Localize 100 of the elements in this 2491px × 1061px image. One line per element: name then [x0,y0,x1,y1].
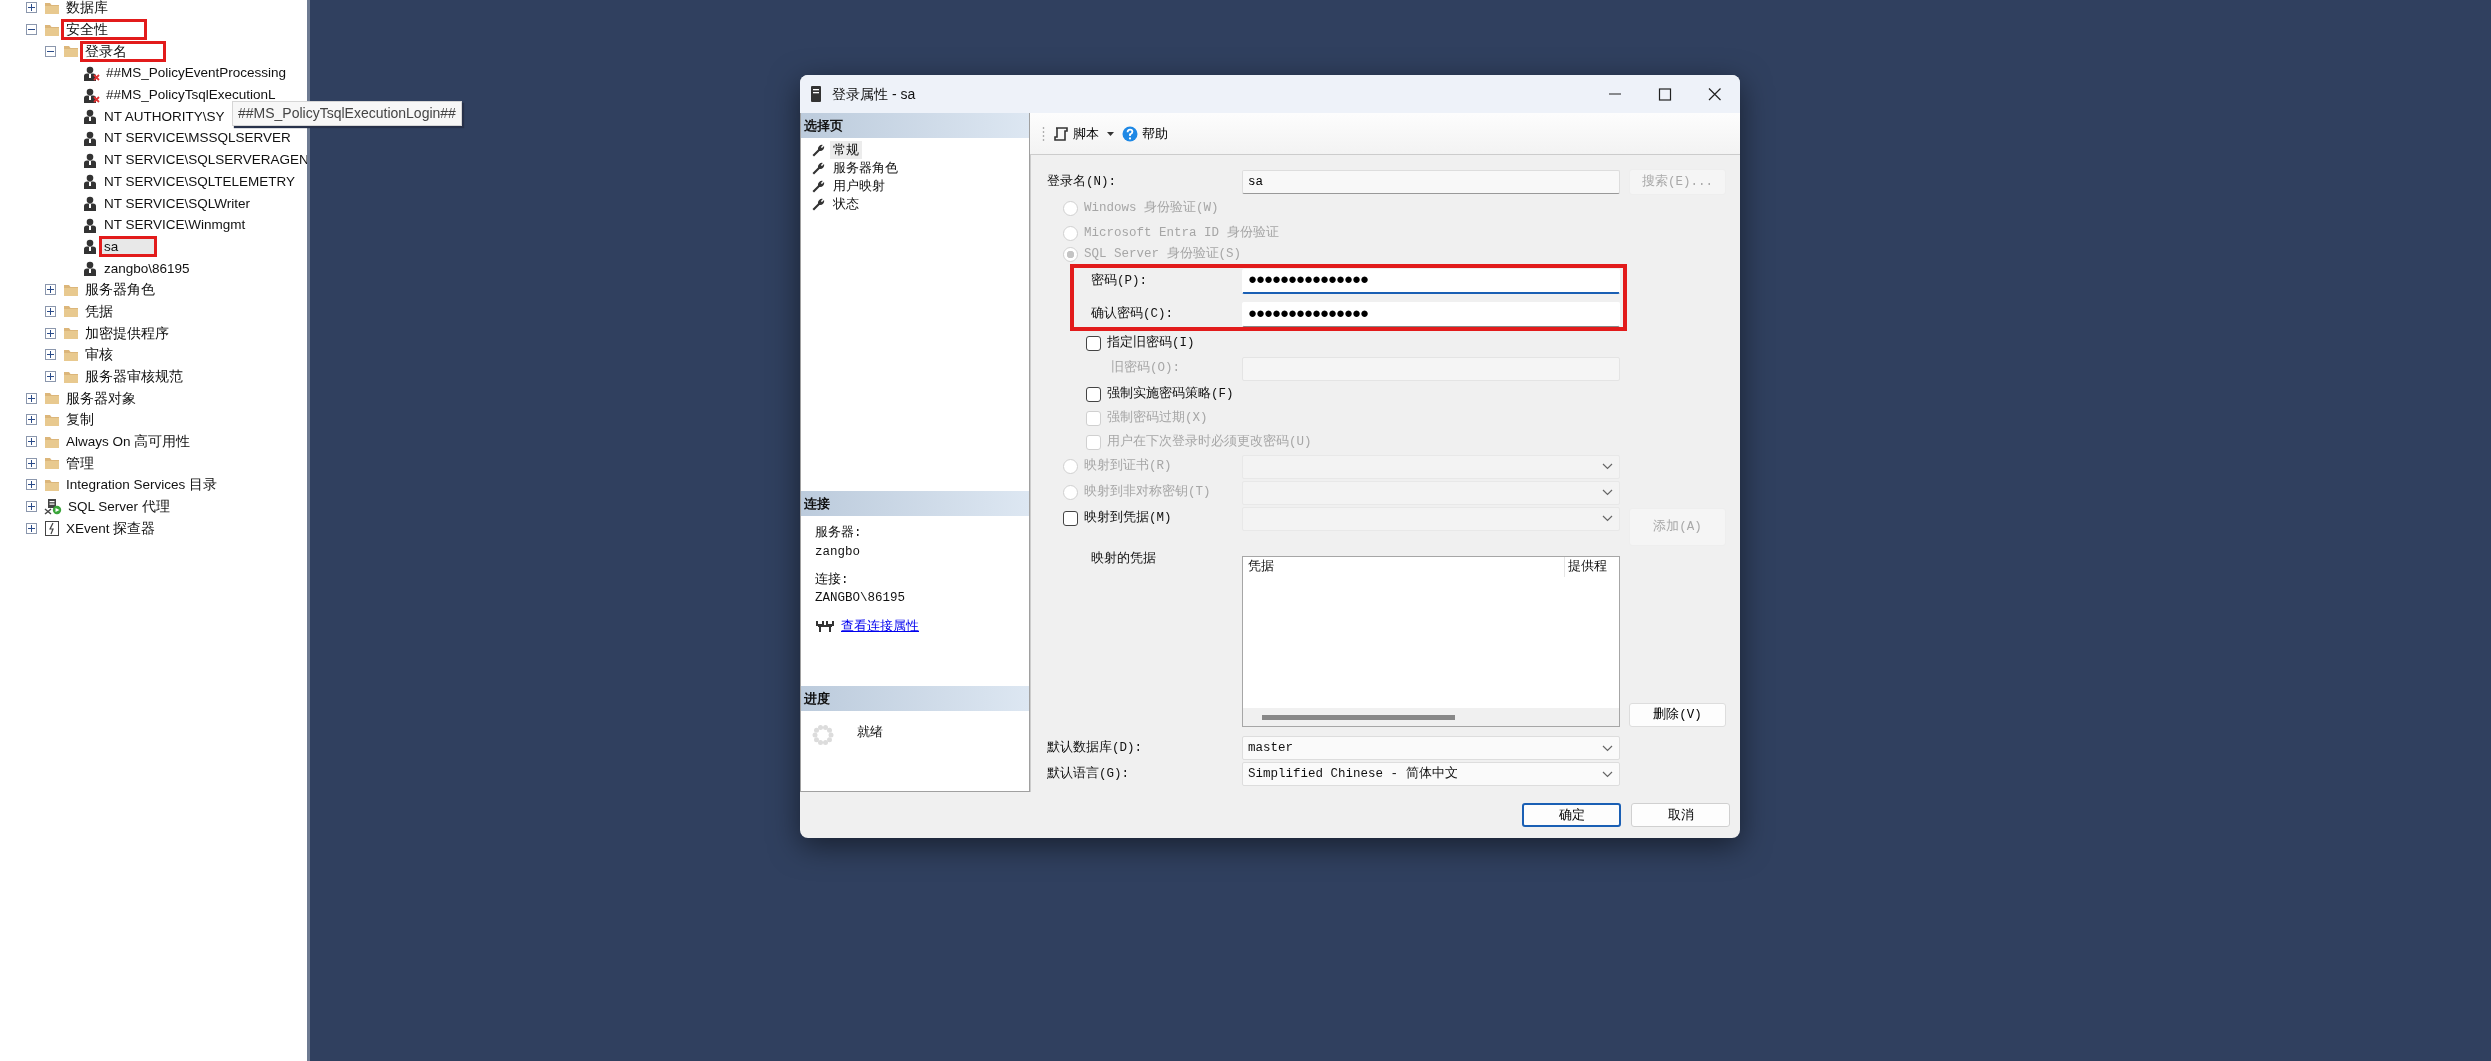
tree-item[interactable]: ##MS_PolicyTsqlExecutionL [104,87,278,103]
column-header[interactable]: 凭据 [1243,557,1565,577]
checkbox-option[interactable]: 强制实施密码策略(F) [1086,385,1234,404]
connection-label: 连接: [815,571,850,589]
tree-item[interactable]: 登录名 [83,43,163,59]
connection-name: ZANGBO\86195 [815,590,906,608]
page-item[interactable]: 用户映射 [830,176,888,196]
page-item[interactable]: 服务器角色 [830,158,901,178]
expander-icon[interactable] [45,284,56,296]
scrollbar[interactable] [1243,708,1619,726]
expander-icon[interactable] [26,436,37,448]
expander-icon[interactable] [26,392,37,404]
tree-item[interactable]: 凭据 [83,303,115,319]
page-item[interactable]: 常规 [830,140,862,160]
folder-icon [44,477,60,492]
list-box[interactable]: 凭据 提供程 [1242,556,1620,727]
tree-item[interactable]: Always On 高可用性 [64,434,193,450]
status-text: 就绪 [857,723,883,741]
tree-item[interactable]: 安全性 [64,22,144,38]
tree-item[interactable]: NT SERVICE\SQLTELEMETRY [102,173,298,189]
toolbar-button[interactable]: 脚本 [1051,121,1101,146]
tree-item[interactable]: SQL Server 代理 [66,499,172,515]
event-icon [44,519,60,537]
maximize-icon[interactable] [1657,87,1673,101]
caret-icon[interactable] [1107,131,1114,136]
expander-icon[interactable] [26,479,37,491]
field-label: 旧密码(O): [1110,359,1181,378]
field-label: 密码(P): [1090,272,1148,290]
expander-icon[interactable] [26,522,37,534]
tree-item[interactable]: 加密提供程序 [83,325,171,341]
grip-icon [1042,125,1045,142]
dropdown[interactable]: Simplified Chinese - 简体中文 [1242,762,1620,786]
folder-icon [44,434,60,449]
close-icon[interactable] [1707,87,1723,101]
tree-item[interactable]: NT SERVICE\Winmgmt [102,217,248,233]
tree-item[interactable]: XEvent 探查器 [64,520,158,536]
server-label: 服务器: [815,524,863,542]
expander-icon[interactable] [26,457,37,469]
tree-item[interactable]: NT SERVICE\SQLWriter [102,195,253,211]
expander-icon[interactable] [45,327,56,339]
folder-icon [63,282,79,297]
section-header: 进度 [801,686,1029,711]
input-field[interactable]: sa [1242,170,1620,194]
tree-item[interactable]: 数据库 [64,0,110,16]
field-label: 登录名(N): [1046,173,1117,191]
dialog-button[interactable]: 取消 [1631,803,1730,827]
checkbox-option[interactable]: 映射到凭据(M) [1063,509,1172,528]
checkbox-option[interactable]: 指定旧密码(I) [1086,333,1195,353]
tree-item[interactable]: zangbo\86195 [102,260,192,276]
expander-icon[interactable] [45,349,56,361]
tree-item[interactable]: 复制 [64,412,96,428]
tree-item[interactable]: NT AUTHORITY\SY [102,108,227,124]
tree-item[interactable]: NT SERVICE\MSSQLSERVER [102,130,293,146]
tree-item[interactable]: NT SERVICE\SQLSERVERAGEN [102,152,307,168]
toolbar-button[interactable]: 帮助 [1120,121,1170,146]
delete-button[interactable]: 删除(V) [1629,703,1726,727]
dropdown[interactable]: master [1242,736,1620,760]
tree-item[interactable]: ##MS_PolicyEventProcessing [104,65,289,81]
connection-link[interactable]: 查看连接属性 [841,617,919,636]
folder-icon [44,0,60,15]
tree-item[interactable]: 服务器对象 [64,390,138,406]
tree-item[interactable]: 服务器审核规范 [83,369,185,385]
expander-icon[interactable] [26,501,37,513]
user-icon [82,216,98,233]
window-title: 登录属性 - sa [832,84,917,104]
user-icon [82,86,100,103]
expander-icon[interactable] [45,371,56,383]
expander-icon[interactable] [26,2,37,14]
folder-icon [63,347,79,362]
user-icon [82,238,98,255]
tree-item[interactable]: sa [102,238,155,254]
folder-icon [44,391,60,406]
user-icon [82,64,100,81]
page-item[interactable]: 状态 [830,194,862,214]
expander-icon[interactable] [45,45,56,57]
expander-icon[interactable] [26,24,37,36]
script-icon [1053,125,1069,142]
dialog-button[interactable]: 确定 [1522,803,1621,827]
help-icon [1122,125,1138,142]
wrench-icon [811,179,825,193]
caret-icon [1602,744,1613,752]
user-icon [82,260,98,277]
column-header[interactable]: 提供程 [1565,557,1619,577]
tree-item[interactable]: Integration Services 目录 [64,477,220,493]
tree-item[interactable]: 管理 [64,455,96,471]
tree-item[interactable]: 审核 [83,347,115,363]
folder-icon [63,44,79,59]
password-field[interactable]: ●●●●●●●●●●●●●●● [1242,268,1620,294]
server-icon [810,85,822,103]
section-header: 选择页 [801,113,1029,138]
user-icon [82,151,98,168]
tree-item[interactable]: 服务器角色 [83,282,157,298]
user-icon [82,195,98,212]
user-icon [82,108,98,125]
expander-icon[interactable] [45,305,56,317]
section-header: 连接 [801,491,1029,516]
folder-icon [44,456,60,471]
expander-icon[interactable] [26,414,37,426]
agent-icon [44,498,62,516]
password-field[interactable]: ●●●●●●●●●●●●●●● [1242,302,1620,327]
